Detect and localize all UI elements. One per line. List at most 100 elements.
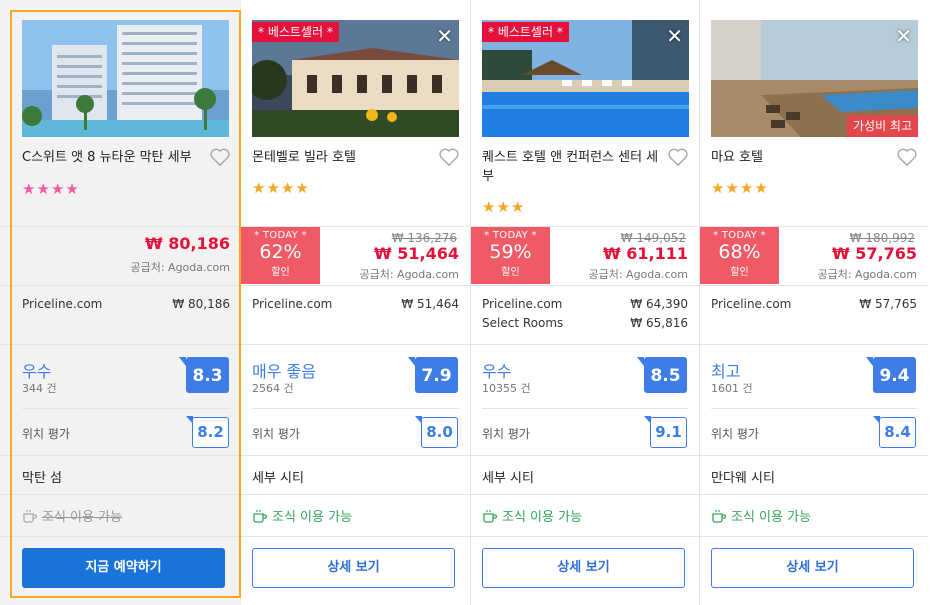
heart-icon[interactable]	[896, 147, 918, 167]
provider-name: Priceline.com	[711, 297, 792, 311]
location-score-badge: 8.0	[415, 416, 458, 448]
divider	[0, 455, 241, 456]
price[interactable]: ₩ 51,464	[374, 244, 459, 263]
star-rating: ★★★	[482, 198, 526, 216]
divider	[471, 536, 699, 537]
today-discount-badge: * TODAY * 62% 할인	[241, 227, 320, 284]
divider	[700, 494, 928, 495]
provider-row[interactable]: Priceline.com ₩ 64,390	[482, 297, 688, 315]
hotel-card-mayo: 가성비 최고 ✕ 마요 호텔 ★★★★ * TODAY * 68% 할인 ₩ 1…	[699, 0, 928, 605]
best-value-badge: 가성비 최고	[846, 115, 918, 137]
hotel-name[interactable]: 마요 호텔	[711, 148, 891, 167]
hotel-name[interactable]: 몬테벨로 빌라 호텔	[252, 148, 432, 167]
coffee-cup-icon	[483, 509, 498, 523]
breakfast-info: 조식 이용 가능	[711, 506, 811, 525]
hotel-photo[interactable]: 가성비 최고 ✕	[711, 20, 918, 137]
close-icon[interactable]: ✕	[436, 26, 453, 46]
provider-row[interactable]: Priceline.com ₩ 51,464	[252, 297, 459, 315]
divider	[700, 344, 928, 345]
close-icon[interactable]: ✕	[895, 26, 912, 46]
review-count[interactable]: 344 건	[22, 380, 57, 396]
rating-word: 우수	[22, 362, 52, 381]
location-score-badge: 8.2	[186, 416, 229, 448]
hotel-photo[interactable]	[22, 20, 229, 137]
view-details-button[interactable]: 상세 보기	[482, 548, 685, 588]
divider	[252, 408, 459, 409]
today-label: * TODAY *	[254, 230, 307, 241]
heart-icon[interactable]	[438, 147, 460, 167]
view-details-button[interactable]: 상세 보기	[711, 548, 914, 588]
divider	[22, 408, 230, 409]
provider-name: Priceline.com	[482, 297, 563, 311]
provider-name: Priceline.com	[22, 297, 103, 311]
review-score-badge: 8.3	[179, 357, 229, 393]
divider	[0, 344, 241, 345]
hotel-photo[interactable]: * 베스트셀러 * ✕	[482, 20, 689, 137]
provider-price: ₩ 64,390	[630, 297, 688, 311]
provider-price: ₩ 51,464	[401, 297, 459, 311]
review-count[interactable]: 10355 건	[482, 380, 531, 396]
supplier: 공급처: Agoda.com	[130, 261, 230, 274]
city: 세부 시티	[252, 471, 304, 486]
original-price: ₩ 180,992	[849, 231, 915, 245]
star-rating: ★★★★	[22, 180, 80, 198]
location-score-badge: 9.1	[644, 416, 687, 448]
divider	[471, 285, 699, 286]
divider	[241, 536, 470, 537]
discount-percent: 68%	[718, 241, 761, 263]
supplier: 공급처: Agoda.com	[359, 268, 459, 281]
discount-suffix: 할인	[271, 267, 290, 278]
city: 만다웨 시티	[711, 471, 775, 486]
close-icon[interactable]: ✕	[666, 26, 683, 46]
breakfast-info: 조식 이용 가능	[482, 506, 582, 525]
price[interactable]: ₩ 57,765	[832, 244, 917, 263]
provider-row[interactable]: Priceline.com ₩ 57,765	[711, 297, 917, 315]
divider	[241, 344, 470, 345]
coffee-cup-icon	[253, 509, 268, 523]
city: 세부 시티	[482, 471, 534, 486]
today-label: * TODAY *	[713, 230, 766, 241]
original-price: ₩ 136,276	[391, 231, 457, 245]
provider-row[interactable]: Priceline.com ₩ 80,186	[22, 297, 230, 315]
divider	[0, 285, 241, 286]
provider-price: ₩ 57,765	[859, 297, 917, 311]
heart-icon[interactable]	[667, 147, 689, 167]
coffee-cup-icon	[23, 509, 38, 523]
hotel-name[interactable]: 퀘스트 호텔 앤 컨퍼런스 센터 세부	[482, 148, 662, 186]
divider	[471, 344, 699, 345]
provider-name: Priceline.com	[252, 297, 333, 311]
today-discount-badge: * TODAY * 59% 할인	[471, 227, 550, 284]
provider-price: ₩ 65,816	[630, 316, 688, 330]
breakfast-label: 조식 이용 가능	[272, 510, 353, 525]
review-count[interactable]: 2564 건	[252, 380, 294, 396]
hotel-photo[interactable]: * 베스트셀러 * ✕	[252, 20, 459, 137]
location-score-badge: 8.4	[873, 416, 916, 448]
review-count[interactable]: 1601 건	[711, 380, 753, 396]
hotel-card-montebello: * 베스트셀러 * ✕ 몬테벨로 빌라 호텔 ★★★★ * TODAY * 62…	[241, 0, 470, 605]
divider	[711, 408, 917, 409]
breakfast-label: 조식 이용 가능	[42, 510, 123, 525]
heart-icon[interactable]	[209, 147, 231, 167]
divider	[241, 455, 470, 456]
view-details-button[interactable]: 상세 보기	[252, 548, 455, 588]
today-discount-badge: * TODAY * 68% 할인	[700, 227, 779, 284]
provider-price: ₩ 80,186	[172, 297, 230, 311]
review-score-badge: 7.9	[408, 357, 458, 393]
location-label: 위치 평가	[252, 427, 300, 441]
provider-row[interactable]: Select Rooms ₩ 65,816	[482, 316, 688, 334]
divider	[241, 285, 470, 286]
price[interactable]: ₩ 80,186	[145, 234, 230, 253]
price[interactable]: ₩ 61,111	[603, 244, 688, 263]
star-rating: ★★★★	[252, 179, 310, 197]
bestseller-badge: * 베스트셀러 *	[482, 22, 569, 42]
location-label: 위치 평가	[711, 427, 759, 441]
book-now-button[interactable]: 지금 예약하기	[22, 548, 225, 588]
divider	[0, 226, 241, 227]
rating-word: 최고	[711, 362, 741, 381]
breakfast-label: 조식 이용 가능	[731, 510, 812, 525]
hotel-name[interactable]: C스위트 앳 8 뉴타운 막탄 세부	[22, 148, 202, 167]
supplier: 공급처: Agoda.com	[817, 268, 917, 281]
hotel-card-c-suites: C스위트 앳 8 뉴타운 막탄 세부 ★★★★ ₩ 80,186 공급처: Ag…	[0, 0, 241, 605]
provider-name: Select Rooms	[482, 316, 564, 330]
divider	[700, 285, 928, 286]
